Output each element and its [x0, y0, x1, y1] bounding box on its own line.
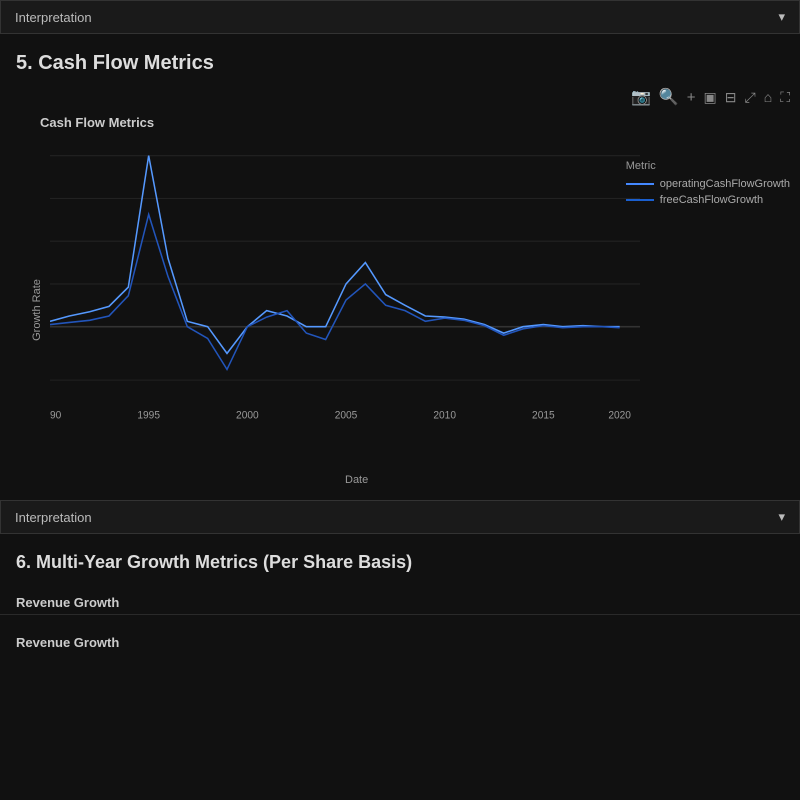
svg-text:2005: 2005	[335, 410, 358, 421]
legend-title: Metric	[626, 160, 790, 172]
legend-item-free: freeCashFlowGrowth	[626, 194, 790, 206]
y-axis-label: Growth Rate	[31, 279, 43, 341]
toolbar-home-icon[interactable]: ⌂	[764, 89, 772, 105]
top-interpretation-bar[interactable]: Interpretation ▾	[0, 0, 800, 34]
toolbar-fullscreen-icon[interactable]: ⛶	[780, 89, 790, 106]
chart-area: Growth Rate 8 6 4 2 0 -2 1990 1995 2000 …	[0, 130, 800, 490]
legend-label-operating: operatingCashFlowGrowth	[660, 178, 790, 190]
svg-text:1990: 1990	[50, 410, 61, 421]
toolbar-zoom-icon[interactable]: 🔍	[659, 87, 679, 107]
section5-title: 5. Cash Flow Metrics	[0, 34, 800, 83]
bottom-chevron-icon: ▾	[778, 509, 785, 525]
toolbar-minus-box-icon[interactable]: ⊟	[725, 89, 737, 106]
toolbar-expand-icon[interactable]: ⤢	[745, 89, 756, 106]
svg-text:2015: 2015	[532, 410, 555, 421]
legend-line-operating	[626, 183, 654, 185]
revenue-growth-2: Revenue Growth	[0, 615, 800, 654]
svg-text:2010: 2010	[433, 410, 456, 421]
bottom-interpretation-bar[interactable]: Interpretation ▾	[0, 500, 800, 534]
legend-item-operating: operatingCashFlowGrowth	[626, 178, 790, 190]
x-axis-label: Date	[345, 474, 368, 486]
chart-legend: Metric operatingCashFlowGrowth freeCashF…	[626, 160, 790, 210]
toolbar-box-icon[interactable]: ▣	[704, 89, 717, 106]
svg-text:1995: 1995	[137, 410, 160, 421]
legend-line-free	[626, 199, 654, 201]
svg-text:2000: 2000	[236, 410, 259, 421]
toolbar-plus-icon[interactable]: +	[687, 89, 696, 106]
toolbar-camera-icon[interactable]: 📷	[631, 87, 651, 107]
section6-title: 6. Multi-Year Growth Metrics (Per Share …	[0, 534, 800, 581]
svg-text:2020: 2020	[608, 410, 631, 421]
chart-toolbar: 📷 🔍 + ▣ ⊟ ⤢ ⌂ ⛶	[0, 83, 800, 111]
chart-title: Cash Flow Metrics	[0, 111, 800, 130]
legend-label-free: freeCashFlowGrowth	[660, 194, 763, 206]
bottom-interpretation-label: Interpretation	[15, 510, 92, 525]
chart-svg: 8 6 4 2 0 -2 1990 1995 2000 2005 2010 20…	[50, 130, 640, 440]
top-interpretation-label: Interpretation	[15, 10, 92, 25]
top-chevron-icon: ▾	[778, 9, 785, 25]
revenue-growth-1: Revenue Growth	[0, 581, 800, 614]
